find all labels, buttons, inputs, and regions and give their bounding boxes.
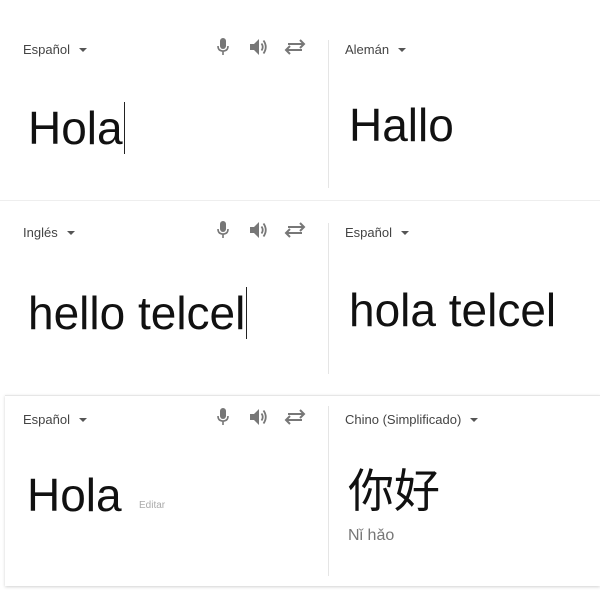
dropdown-caret-icon [400,231,409,235]
swap-languages-icon[interactable] [284,406,306,428]
source-text: Hola [28,102,123,154]
edit-link[interactable]: Editar [139,500,165,511]
speaker-icon[interactable] [248,219,270,241]
translation-panel-1: Español Hola Alemán Hallo [0,18,600,198]
dropdown-caret-icon [66,231,75,235]
source-language-label: Español [23,42,70,57]
panel-divider [328,40,329,188]
source-tools [212,406,306,428]
translated-text: hola telcel [349,284,557,336]
swap-languages-icon[interactable] [284,219,306,241]
target-language-label: Alemán [345,42,390,57]
dropdown-caret-icon [398,48,407,52]
translation-panel-3: Español Hola Editar Chino (Simplificado)… [5,395,600,586]
source-language-label: Español [23,412,70,427]
translated-text: Hallo [349,99,454,151]
translated-text: 你好 [348,465,440,517]
source-text-display[interactable]: Hola [27,472,122,518]
dropdown-caret-icon [470,418,479,422]
text-cursor [123,102,125,154]
dropdown-caret-icon [78,48,87,52]
romanization-text: Nǐ hǎo [348,527,395,544]
speaker-icon[interactable] [248,36,270,58]
translation-panel-2: Inglés hello telcel Español hola telcel [0,200,600,384]
source-text: hello telcel [28,287,246,339]
source-text-input[interactable]: hello telcel [28,287,248,339]
microphone-icon[interactable] [212,36,234,58]
source-language-selector[interactable]: Inglés [23,225,75,240]
microphone-icon[interactable] [212,406,234,428]
panel-divider [328,406,329,576]
source-language-label: Inglés [23,225,58,240]
source-text-input[interactable]: Hola [28,102,125,154]
panel-divider [328,223,329,374]
swap-languages-icon[interactable] [284,36,306,58]
target-language-label: Chino (Simplificado) [345,412,462,427]
dropdown-caret-icon [78,418,87,422]
text-cursor [246,287,248,339]
target-language-selector[interactable]: Español [345,225,409,240]
target-language-selector[interactable]: Chino (Simplificado) [345,412,479,427]
speaker-icon[interactable] [248,406,270,428]
source-tools [212,36,306,58]
source-language-selector[interactable]: Español [23,412,87,427]
source-tools [212,219,306,241]
source-language-selector[interactable]: Español [23,42,87,57]
target-language-selector[interactable]: Alemán [345,42,407,57]
target-language-label: Español [345,225,392,240]
microphone-icon[interactable] [212,219,234,241]
